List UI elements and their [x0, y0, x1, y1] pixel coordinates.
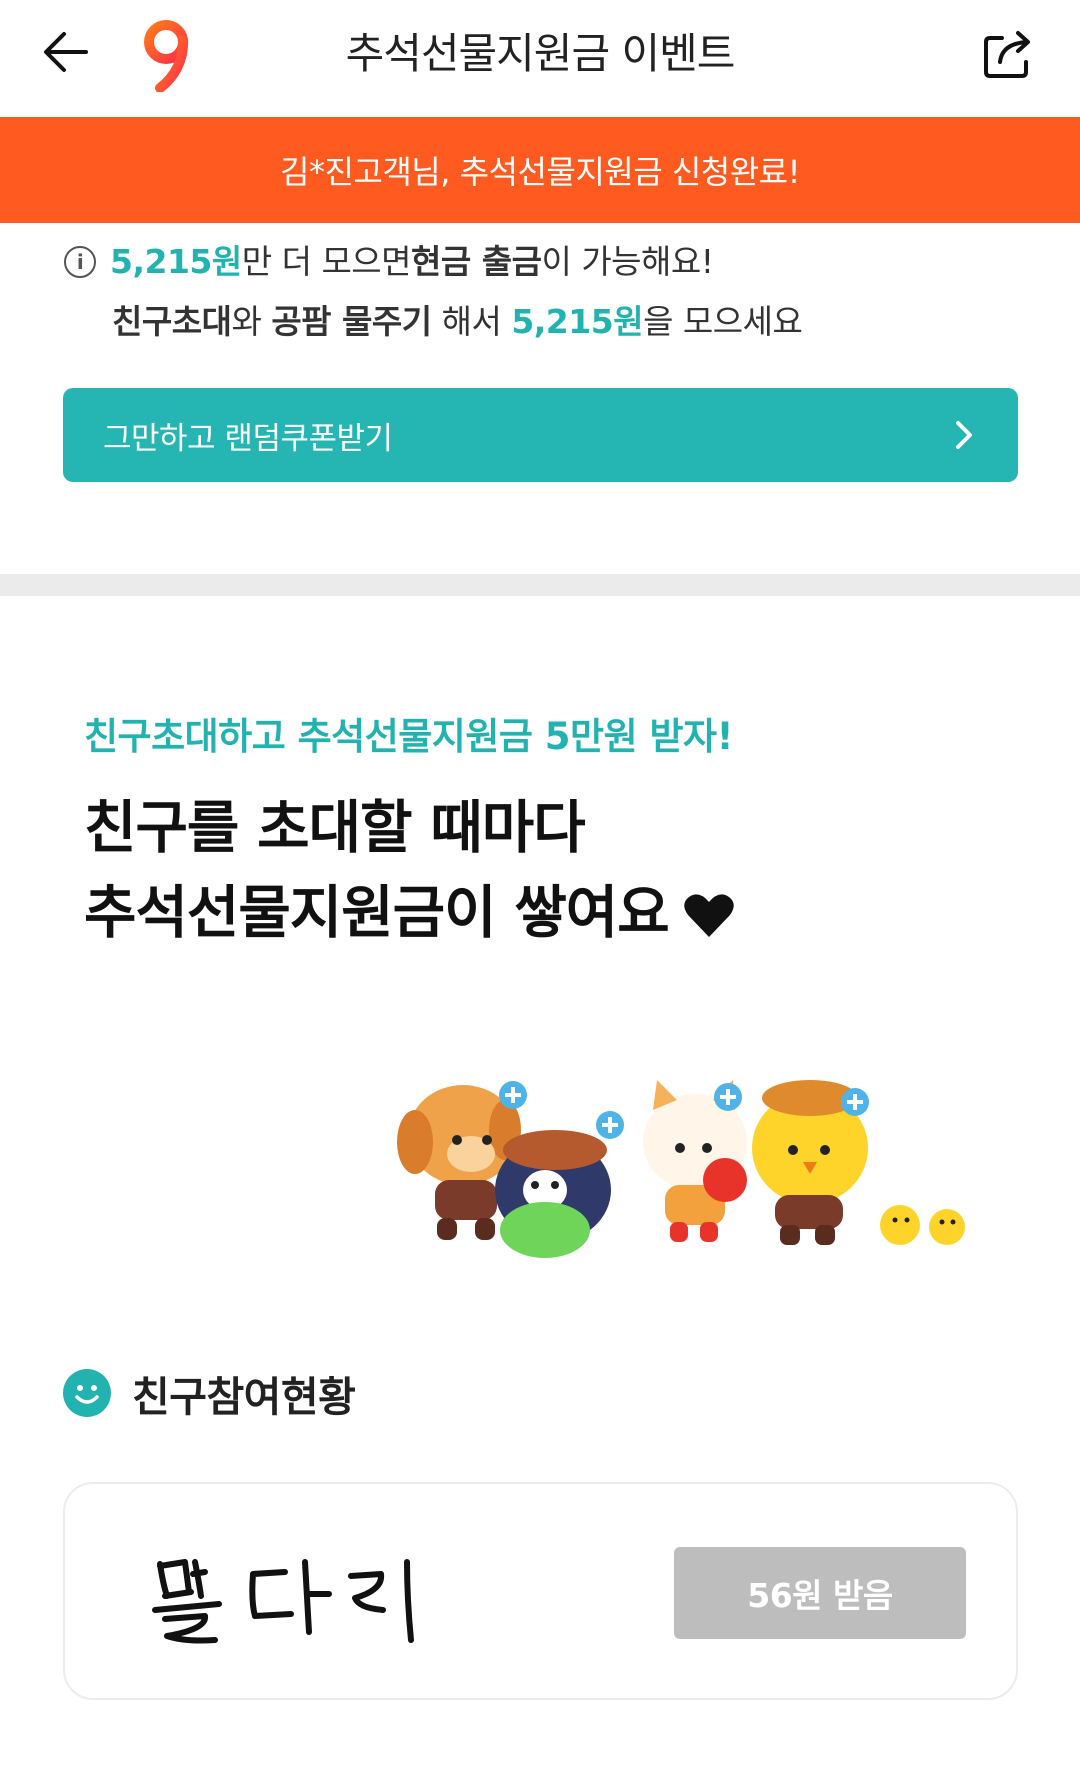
info-text: 이 가능해요!	[541, 242, 714, 281]
status-banner: 김*진고객님, 추석선물지원금 신청완료!	[0, 117, 1080, 223]
received-status-button: 56원 받음	[674, 1547, 966, 1639]
headline-line: 추석선물지원금이 쌓여요	[84, 871, 735, 956]
info-text: 와	[231, 302, 272, 341]
remaining-amount: 5,215원	[511, 302, 644, 341]
share-button[interactable]	[980, 26, 1040, 86]
share-icon	[984, 31, 1030, 78]
heart-icon	[683, 894, 734, 938]
promo-headline: 친구를 초대할 때마다 추석선물지원금이 쌓여요	[84, 786, 735, 956]
info-text: 만 더 모으면	[241, 242, 412, 281]
received-status-label: 56원 받음	[747, 1576, 893, 1615]
info-bold-text: 친구초대	[112, 302, 232, 341]
info-block: i 5,215원 만 더 모으면 현금 출금 이 가능해요! 친구초대와 공팜 물주…	[64, 232, 803, 352]
remaining-amount: 5,215원	[110, 242, 242, 281]
banner-text: 김*진고객님, 추석선물지원금 신청완료!	[280, 153, 800, 191]
smile-icon	[63, 1369, 111, 1417]
info-bold-text: 공팜 물주기	[271, 302, 432, 341]
mascot-characters-illustration	[397, 1080, 965, 1258]
section-divider	[0, 574, 1080, 596]
promo-subhead: 친구초대하고 추석선물지원금 5만원 받자!	[84, 715, 733, 758]
headline-line: 친구를 초대할 때마다	[84, 795, 586, 861]
random-coupon-button[interactable]: 그만하고 랜덤쿠폰받기	[63, 388, 1018, 482]
friend-status-title: 친구참여현황	[132, 1373, 356, 1421]
headline-text: 추석선물지원금이 쌓여요	[84, 880, 670, 946]
info-text: 해서	[431, 302, 512, 341]
friend-card: 56원 받음	[63, 1482, 1018, 1700]
top-bar: 추석선물지원금 이벤트	[0, 0, 1080, 117]
chevron-right-icon	[956, 421, 972, 449]
info-icon: i	[64, 246, 96, 278]
info-bold-text: 현금 출금	[411, 242, 542, 281]
page-title: 추석선물지원금 이벤트	[345, 29, 736, 78]
info-text: 을 모으세요	[643, 302, 803, 341]
button-label: 그만하고 랜덤쿠폰받기	[103, 420, 393, 457]
friend-name-handwritten	[152, 1559, 414, 1644]
friend-status-header: 친구참여현황	[62, 1363, 356, 1423]
